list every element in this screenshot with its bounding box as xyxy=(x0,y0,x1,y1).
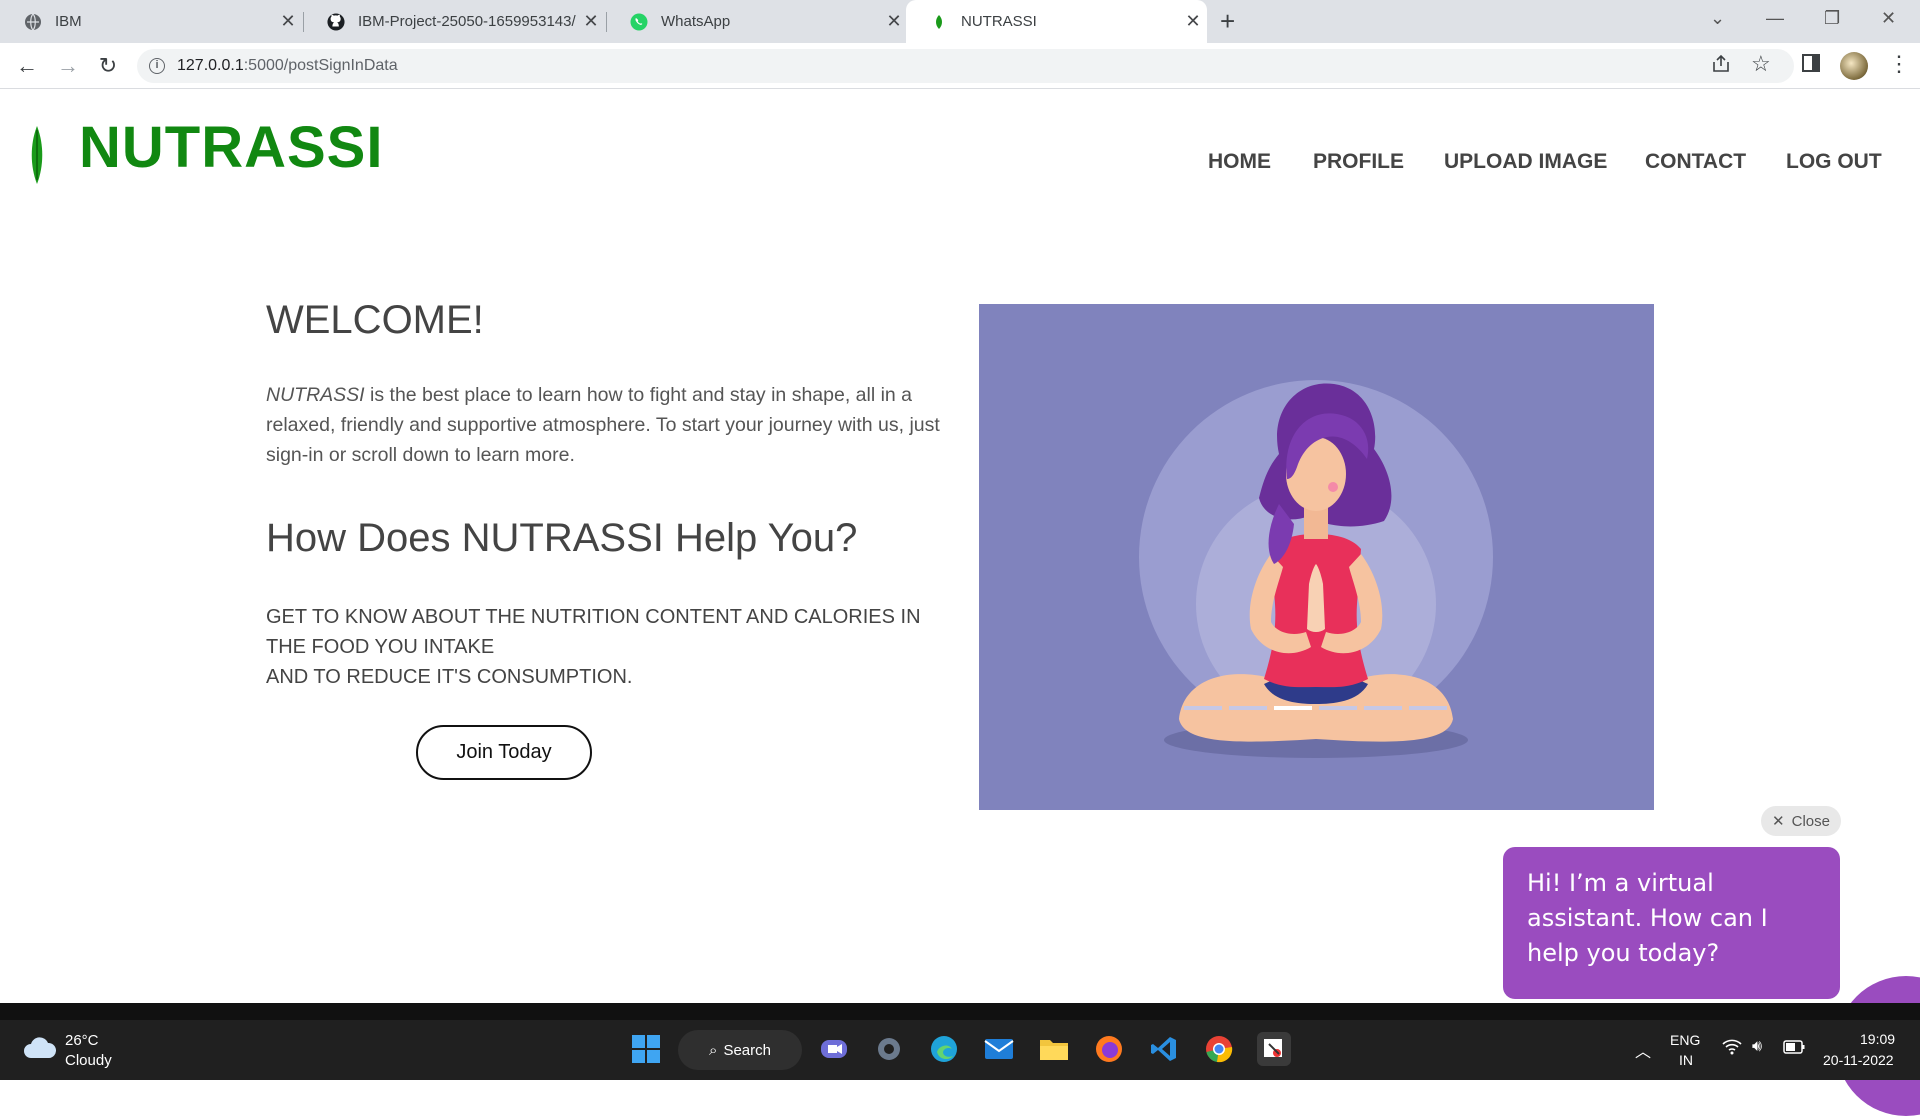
close-tab-icon[interactable]: ✕ xyxy=(880,11,908,32)
help-line-1: GET TO KNOW ABOUT THE NUTRITION CONTENT … xyxy=(266,606,921,658)
tab-title: IBM xyxy=(55,13,82,30)
globe-icon xyxy=(24,13,42,31)
intro-text: is the best place to learn how to fight … xyxy=(266,384,940,466)
taskbar-search-label: Search xyxy=(723,1041,771,1059)
site-info-icon[interactable]: i xyxy=(149,58,165,74)
settings-icon[interactable] xyxy=(872,1032,906,1066)
new-tab-button[interactable]: + xyxy=(1220,6,1235,37)
file-explorer-icon[interactable] xyxy=(1037,1032,1071,1066)
whatsapp-icon xyxy=(630,13,648,31)
url-text: 127.0.0.1:5000/postSignInData xyxy=(177,57,398,74)
chat-close-label: Close xyxy=(1791,812,1830,830)
weather-condition[interactable]: Cloudy xyxy=(65,1052,112,1069)
leaf-logo-icon xyxy=(30,126,44,189)
carousel-indicator-3[interactable] xyxy=(1274,706,1312,710)
address-bar[interactable]: i 127.0.0.1:5000/postSignInData xyxy=(137,49,1794,83)
nav-home[interactable]: HOME xyxy=(1208,150,1271,174)
tab-whatsapp[interactable]: WhatsApp ✕ xyxy=(606,0,908,43)
battery-icon[interactable] xyxy=(1783,1040,1805,1059)
yoga-illustration xyxy=(1139,380,1493,758)
mail-icon[interactable] xyxy=(982,1032,1016,1066)
restore-button[interactable]: ❐ xyxy=(1824,8,1840,29)
cloud-weather-icon[interactable] xyxy=(22,1036,57,1065)
chrome-icon[interactable] xyxy=(1202,1032,1236,1066)
firefox-icon[interactable] xyxy=(1092,1032,1126,1066)
forward-arrow-icon[interactable]: → xyxy=(53,51,83,81)
chat-greeting-bubble[interactable]: Hi! I’m a virtual assistant. How can I h… xyxy=(1503,847,1840,999)
clock-date[interactable]: 20-11-2022 xyxy=(1823,1052,1894,1068)
join-today-button[interactable]: Join Today xyxy=(416,725,592,780)
reload-icon[interactable]: ↻ xyxy=(93,51,123,81)
nav-contact[interactable]: CONTACT xyxy=(1645,150,1746,174)
snipping-tool-icon[interactable] xyxy=(1257,1032,1291,1066)
leaf-icon xyxy=(930,13,948,31)
tab-title: NUTRASSI xyxy=(961,13,1037,30)
close-tab-icon[interactable]: ✕ xyxy=(577,11,605,32)
intro-brand: NUTRASSI xyxy=(266,384,365,406)
intro-paragraph: NUTRASSI is the best place to learn how … xyxy=(266,380,946,470)
tab-title: IBM-Project-25050-1659953143/ xyxy=(358,13,576,30)
close-window-button[interactable]: ✕ xyxy=(1881,8,1896,29)
hero-carousel[interactable] xyxy=(979,304,1654,810)
site-brand[interactable]: NUTRASSI xyxy=(79,114,383,181)
clock-time[interactable]: 19:09 xyxy=(1860,1031,1895,1047)
browser-toolbar: ← → ↻ i 127.0.0.1:5000/postSignInData ☆ … xyxy=(0,43,1920,89)
back-arrow-icon[interactable]: ← xyxy=(12,51,42,81)
carousel-indicator-1[interactable] xyxy=(1184,706,1222,710)
tab-nutrassi[interactable]: NUTRASSI ✕ xyxy=(906,0,1207,43)
help-heading: How Does NUTRASSI Help You? xyxy=(266,516,858,560)
search-icon: ⌕ xyxy=(709,1041,718,1059)
wifi-icon[interactable] xyxy=(1722,1039,1742,1060)
tab-github[interactable]: IBM-Project-25050-1659953143/ ✕ xyxy=(303,0,605,43)
weather-temperature[interactable]: 26°C xyxy=(65,1032,99,1049)
nav-log-out[interactable]: LOG OUT xyxy=(1786,150,1882,174)
volume-icon[interactable]: 🔊︎ xyxy=(1752,1038,1762,1056)
help-line-2: AND TO REDUCE IT'S CONSUMPTION. xyxy=(266,666,633,688)
welcome-heading: WELCOME! xyxy=(266,298,484,342)
github-icon xyxy=(327,12,345,31)
carousel-indicator-5[interactable] xyxy=(1364,706,1402,710)
tab-ibm[interactable]: IBM ✕ xyxy=(0,0,302,43)
windows-taskbar: 26°C Cloudy ⌕ Search ︿ ENG IN 🔊︎ 19:09 2… xyxy=(0,1020,1920,1080)
edge-icon[interactable] xyxy=(927,1032,961,1066)
nav-upload-image[interactable]: UPLOAD IMAGE xyxy=(1444,150,1607,174)
input-language[interactable]: ENG xyxy=(1670,1032,1700,1048)
profile-avatar[interactable] xyxy=(1840,52,1868,80)
browser-tab-strip: IBM ✕ IBM-Project-25050-1659953143/ ✕ Wh… xyxy=(0,0,1920,43)
carousel-indicator-4[interactable] xyxy=(1319,706,1357,710)
tab-search-chevron-icon[interactable]: ⌄ xyxy=(1710,8,1725,29)
show-hidden-icons-chevron[interactable]: ︿ xyxy=(1635,1038,1651,1062)
help-body: GET TO KNOW ABOUT THE NUTRITION CONTENT … xyxy=(266,602,946,692)
carousel-indicator-2[interactable] xyxy=(1229,706,1267,710)
vscode-icon[interactable] xyxy=(1147,1032,1181,1066)
close-icon: ✕ xyxy=(1772,813,1785,830)
close-tab-icon[interactable]: ✕ xyxy=(274,11,302,32)
bookmark-star-icon[interactable]: ☆ xyxy=(1751,51,1771,77)
nav-profile[interactable]: PROFILE xyxy=(1313,150,1404,174)
minimize-button[interactable]: — xyxy=(1766,8,1784,29)
teams-icon[interactable] xyxy=(817,1032,851,1066)
side-panel-icon[interactable] xyxy=(1802,54,1820,78)
close-tab-icon[interactable]: ✕ xyxy=(1179,11,1207,32)
chat-close-button[interactable]: ✕ Close xyxy=(1761,806,1841,836)
carousel-indicator-6[interactable] xyxy=(1409,706,1447,710)
share-icon[interactable] xyxy=(1711,54,1731,80)
windows-start-icon[interactable] xyxy=(629,1032,663,1066)
input-region[interactable]: IN xyxy=(1679,1052,1693,1068)
taskbar-search[interactable]: ⌕ Search xyxy=(678,1030,802,1070)
menu-kebab-icon[interactable]: ⋮ xyxy=(1888,51,1910,77)
page-bottom-strip xyxy=(0,1003,1920,1020)
tab-title: WhatsApp xyxy=(661,13,731,30)
